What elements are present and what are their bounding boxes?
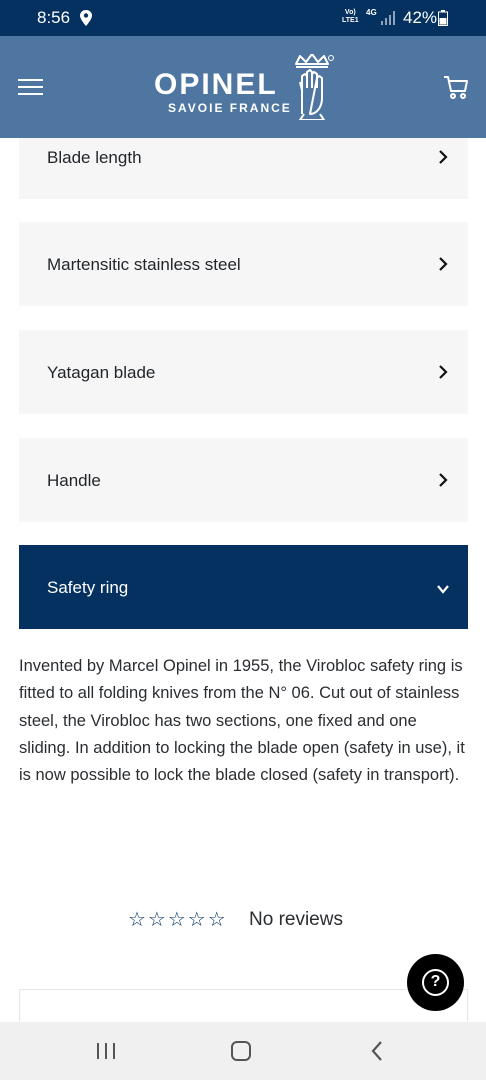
back-icon[interactable] — [368, 1039, 386, 1063]
help-question-icon: ? — [422, 969, 449, 996]
shopping-cart-icon[interactable] — [443, 74, 469, 100]
opinel-logo[interactable]: OPINEL SAVOIE FRANCE — [150, 54, 340, 124]
safety-ring-description: Invented by Marcel Opinel in 1955, the V… — [19, 657, 465, 785]
chevron-right-icon — [439, 473, 448, 487]
chevron-right-icon — [439, 150, 448, 164]
star-rating: ☆☆☆☆☆ — [128, 909, 228, 931]
accordion-label: Yatagan blade — [47, 363, 156, 382]
network-type: 4G — [366, 8, 377, 17]
accordion-item-stainless-steel[interactable]: Martensitic stainless steel — [19, 222, 468, 306]
chevron-right-icon — [439, 365, 448, 379]
status-bar: 8:56 Vo) LTE1 4G 42% — [0, 0, 486, 36]
accordion-label: Martensitic stainless steel — [47, 255, 241, 274]
accordion-label: Handle — [47, 471, 101, 490]
system-nav-bar — [0, 1022, 486, 1080]
chevron-down-icon — [437, 585, 449, 594]
volte-indicator: Vo) LTE1 — [342, 9, 359, 25]
accordion-item-yatagan-blade[interactable]: Yatagan blade — [19, 330, 468, 414]
home-icon[interactable] — [230, 1040, 252, 1062]
logo-tagline: SAVOIE FRANCE — [168, 101, 292, 115]
status-time: 8:56 — [37, 8, 71, 27]
signal-icon — [381, 11, 395, 25]
battery-icon — [438, 10, 448, 26]
accordion-item-blade-length[interactable]: Blade length — [19, 138, 468, 199]
chevron-right-icon — [439, 257, 448, 271]
accordion-label: Blade length — [47, 148, 142, 167]
volte-line2: LTE1 — [342, 17, 359, 24]
hamburger-menu-icon[interactable] — [18, 77, 44, 97]
accordion-item-safety-ring[interactable]: Safety ring — [19, 545, 468, 629]
help-button[interactable]: ? — [407, 954, 464, 1011]
recents-icon[interactable] — [95, 1041, 117, 1061]
crowned-hand-icon — [295, 54, 334, 120]
battery-percent: 42% — [403, 8, 438, 27]
no-reviews-label: No reviews — [249, 909, 343, 930]
accordion-item-handle[interactable]: Handle — [19, 438, 468, 522]
logo-wordmark: OPINEL — [154, 68, 278, 101]
location-icon — [80, 10, 92, 26]
accordion-label: Safety ring — [47, 578, 129, 597]
site-header: OPINEL SAVOIE FRANCE — [0, 36, 486, 138]
volte-line1: Vo) — [344, 9, 356, 16]
